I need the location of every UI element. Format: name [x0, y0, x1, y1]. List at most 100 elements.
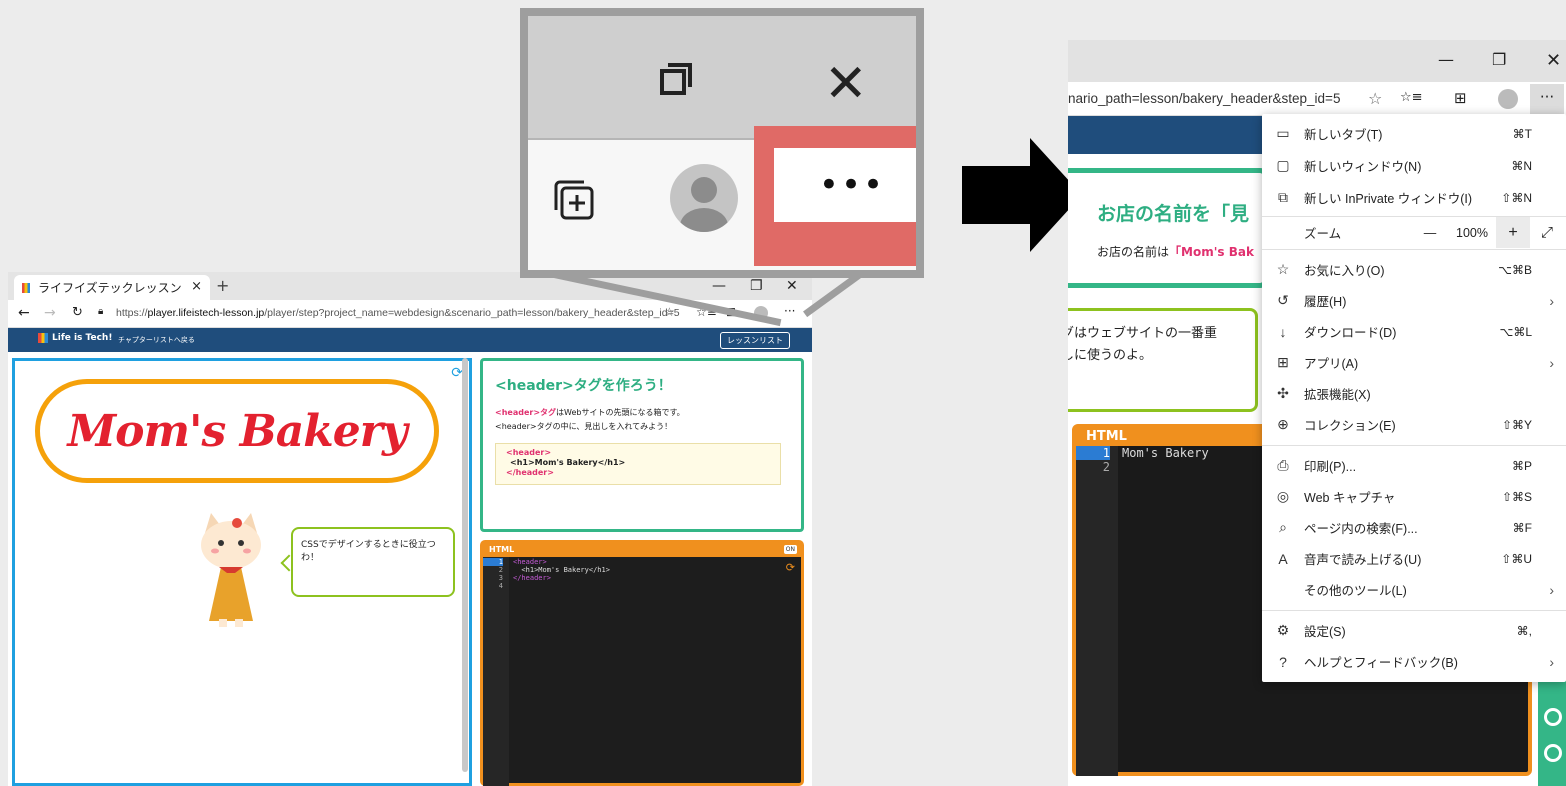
menu-item-shortcut: ⌥⌘B	[1498, 262, 1532, 277]
menu-item-read-aloud[interactable]: A 音声で読み上げる(U) ⇧⌘U	[1262, 543, 1566, 574]
reload-icon[interactable]: ↻	[72, 305, 83, 320]
zoom-out-button[interactable]: —	[1412, 226, 1448, 240]
close-window-button[interactable]: ✕	[786, 278, 798, 294]
code-line: <header>	[506, 448, 552, 457]
back-arrow-icon[interactable]: ←	[18, 305, 30, 321]
editor-title: HTML	[1086, 429, 1127, 444]
settings-more-button[interactable]: ···	[784, 304, 795, 318]
line-number: 2	[1102, 460, 1110, 474]
menu-item-history[interactable]: ↺ 履歴(H) ›	[1262, 285, 1566, 316]
menu-item-label: その他のツール(L)	[1304, 584, 1407, 598]
site-favicon-icon	[22, 282, 30, 293]
lesson-text: お店の名前は「Mom's Bak	[1097, 243, 1254, 260]
more-options-button-zoomed: •••	[774, 148, 916, 222]
menu-item-collections[interactable]: ⊕ コレクション(E) ⇧⌘Y	[1262, 409, 1566, 440]
more-dots-icon: •••	[818, 165, 886, 205]
lesson-list-button[interactable]: レッスンリスト	[720, 332, 790, 349]
close-window-button[interactable]: ✕	[1546, 50, 1561, 71]
menu-item-downloads[interactable]: ↓ ダウンロード(D) ⌥⌘L	[1262, 316, 1566, 347]
profile-avatar[interactable]	[1498, 89, 1518, 109]
bakery-title-banner: Mom's Bakery	[35, 379, 439, 483]
editor-header: HTML	[483, 543, 801, 557]
new-tab-button[interactable]: +	[216, 276, 229, 295]
chevron-right-icon: ›	[1549, 581, 1554, 598]
apps-icon: ⊞	[1277, 354, 1289, 370]
menu-item-label: アプリ(A)	[1304, 357, 1359, 371]
menu-item-help[interactable]: ? ヘルプとフィードバック(B) ›	[1262, 646, 1566, 677]
menu-item-find[interactable]: ⌕ ページ内の検索(F)... ⌘F	[1262, 512, 1566, 543]
web-capture-icon: ◎	[1276, 488, 1290, 504]
favorites-icon: ☆	[1276, 261, 1290, 277]
menu-item-label: 拡張機能(X)	[1304, 388, 1371, 402]
bubble-line: グはウェブサイトの一番重	[1068, 326, 1218, 341]
menu-item-shortcut: ⌘F	[1512, 520, 1532, 535]
settings-more-button[interactable]: ···	[1530, 84, 1564, 114]
settings-menu: ▭ 新しいタブ(T) ⌘T ▢ 新しいウィンドウ(N) ⌘N ⧉ 新しい InPrivat…	[1262, 114, 1566, 682]
address-bar[interactable]: nario_path=lesson/bakery_header&step_id=…	[1068, 91, 1340, 106]
menu-item-settings[interactable]: ⚙ 設定(S) ⌘,	[1262, 615, 1566, 646]
menu-item-web-capture[interactable]: ◎ Web キャプチャ ⇧⌘S	[1262, 481, 1566, 512]
line-number: 4	[498, 582, 503, 590]
fullscreen-button[interactable]: ⤢	[1530, 224, 1564, 241]
menu-item-label: ヘルプとフィードバック(B)	[1304, 656, 1458, 670]
menu-item-label: Web キャプチャ	[1304, 491, 1396, 505]
menu-item-more-tools[interactable]: その他のツール(L) ›	[1262, 574, 1566, 605]
address-bar[interactable]: https://player.lifeistech-lesson.jp/play…	[116, 307, 680, 319]
menu-divider	[1262, 249, 1566, 250]
chapter-list-link[interactable]: チャプターリストへ戻る	[118, 335, 195, 345]
address-toolbar: nario_path=lesson/bakery_header&step_id=…	[1068, 82, 1566, 116]
menu-item-label: 設定(S)	[1304, 625, 1346, 639]
restore-icon	[660, 63, 692, 95]
forward-arrow-icon[interactable]: →	[44, 305, 56, 321]
menu-item-shortcut: ⇧⌘N	[1501, 190, 1532, 205]
preview-pane: Mom's Bakery ⟳ CSSでデザインするときに役立つわ！	[12, 358, 472, 786]
lesson-text-2: <header>タグの中に、見出しを入れてみよう！	[495, 422, 673, 431]
menu-item-shortcut: ⇧⌘Y	[1501, 417, 1532, 432]
code-line: <h1>Mom's Bakery</h1>	[513, 566, 610, 574]
menu-item-new-window[interactable]: ▢ 新しいウィンドウ(N) ⌘N	[1262, 150, 1566, 181]
browser-tab[interactable]: ライフイズテックレッスン ×	[14, 275, 210, 300]
zoom-controls: — 100% + ⤢	[1412, 217, 1564, 248]
menu-item-label: 音声で読み上げる(U)	[1304, 553, 1422, 567]
favorites-list-icon[interactable]: ☆≡	[1400, 90, 1423, 105]
logo-text: Life is Tech!	[52, 333, 113, 343]
preview-scrollbar[interactable]	[462, 358, 468, 772]
lesson-tag-highlight: <header>タグ	[495, 408, 557, 417]
menu-item-label: お気に入り(O)	[1304, 264, 1385, 278]
collections-icon[interactable]: ⊞	[1454, 89, 1467, 107]
menu-item-shortcut: ⌘P	[1511, 458, 1532, 473]
html-editor: HTML ON 1 2 3 4 <header> <h1>Mom's Baker…	[480, 540, 804, 786]
editor-reset-icon[interactable]: ⟳	[786, 561, 795, 574]
chevron-right-icon: ›	[1549, 354, 1554, 371]
site-logo[interactable]: Life is Tech!	[38, 333, 112, 343]
line-number: 1	[1076, 446, 1110, 460]
menu-item-print[interactable]: ⎙ 印刷(P)... ⌘P	[1262, 450, 1566, 481]
code-editor-area[interactable]: <header> <h1>Mom's Bakery</h1> </header>	[513, 558, 610, 582]
speech-bubble: グはウェブサイトの一番重 しに使うのよ。	[1068, 308, 1258, 412]
circle-icon	[1544, 708, 1562, 726]
restore-button[interactable]: ❐	[750, 278, 763, 294]
editor-gutter: 1 2 3 4	[483, 557, 509, 786]
zoom-in-button[interactable]: +	[1496, 217, 1530, 248]
minimize-button[interactable]: —	[1438, 50, 1454, 69]
menu-item-inprivate[interactable]: ⧉ 新しい InPrivate ウィンドウ(I) ⇧⌘N	[1262, 182, 1566, 213]
menu-item-apps[interactable]: ⊞ アプリ(A) ›	[1262, 347, 1566, 378]
editor-toggle-button[interactable]: ON	[783, 545, 797, 554]
extensions-icon: ✣	[1277, 385, 1289, 401]
menu-item-favorites[interactable]: ☆ お気に入り(O) ⌥⌘B	[1262, 254, 1566, 285]
code-editor-area[interactable]: Mom's Bakery	[1122, 446, 1209, 460]
minimize-button[interactable]: —	[712, 278, 726, 294]
help-icon: ?	[1279, 653, 1287, 670]
code-line: <header>	[513, 558, 547, 566]
lesson-panel: <header>タグを作ろう！ <header>タグはWebサイトの先頭になる箱…	[480, 358, 804, 532]
chevron-right-icon: ›	[1549, 653, 1554, 670]
restore-button[interactable]: ❐	[1492, 50, 1506, 69]
menu-item-new-tab[interactable]: ▭ 新しいタブ(T) ⌘T	[1262, 118, 1566, 149]
zoom-callout: ✕ •••	[520, 8, 924, 278]
profile-avatar-icon	[670, 164, 738, 232]
tab-close-icon[interactable]: ×	[191, 279, 202, 294]
menu-item-extensions[interactable]: ✣ 拡張機能(X)	[1262, 378, 1566, 409]
favorite-star-icon[interactable]: ☆	[664, 305, 675, 319]
favorite-star-icon[interactable]: ☆	[1368, 89, 1382, 108]
chevron-right-icon: ›	[1549, 292, 1554, 309]
